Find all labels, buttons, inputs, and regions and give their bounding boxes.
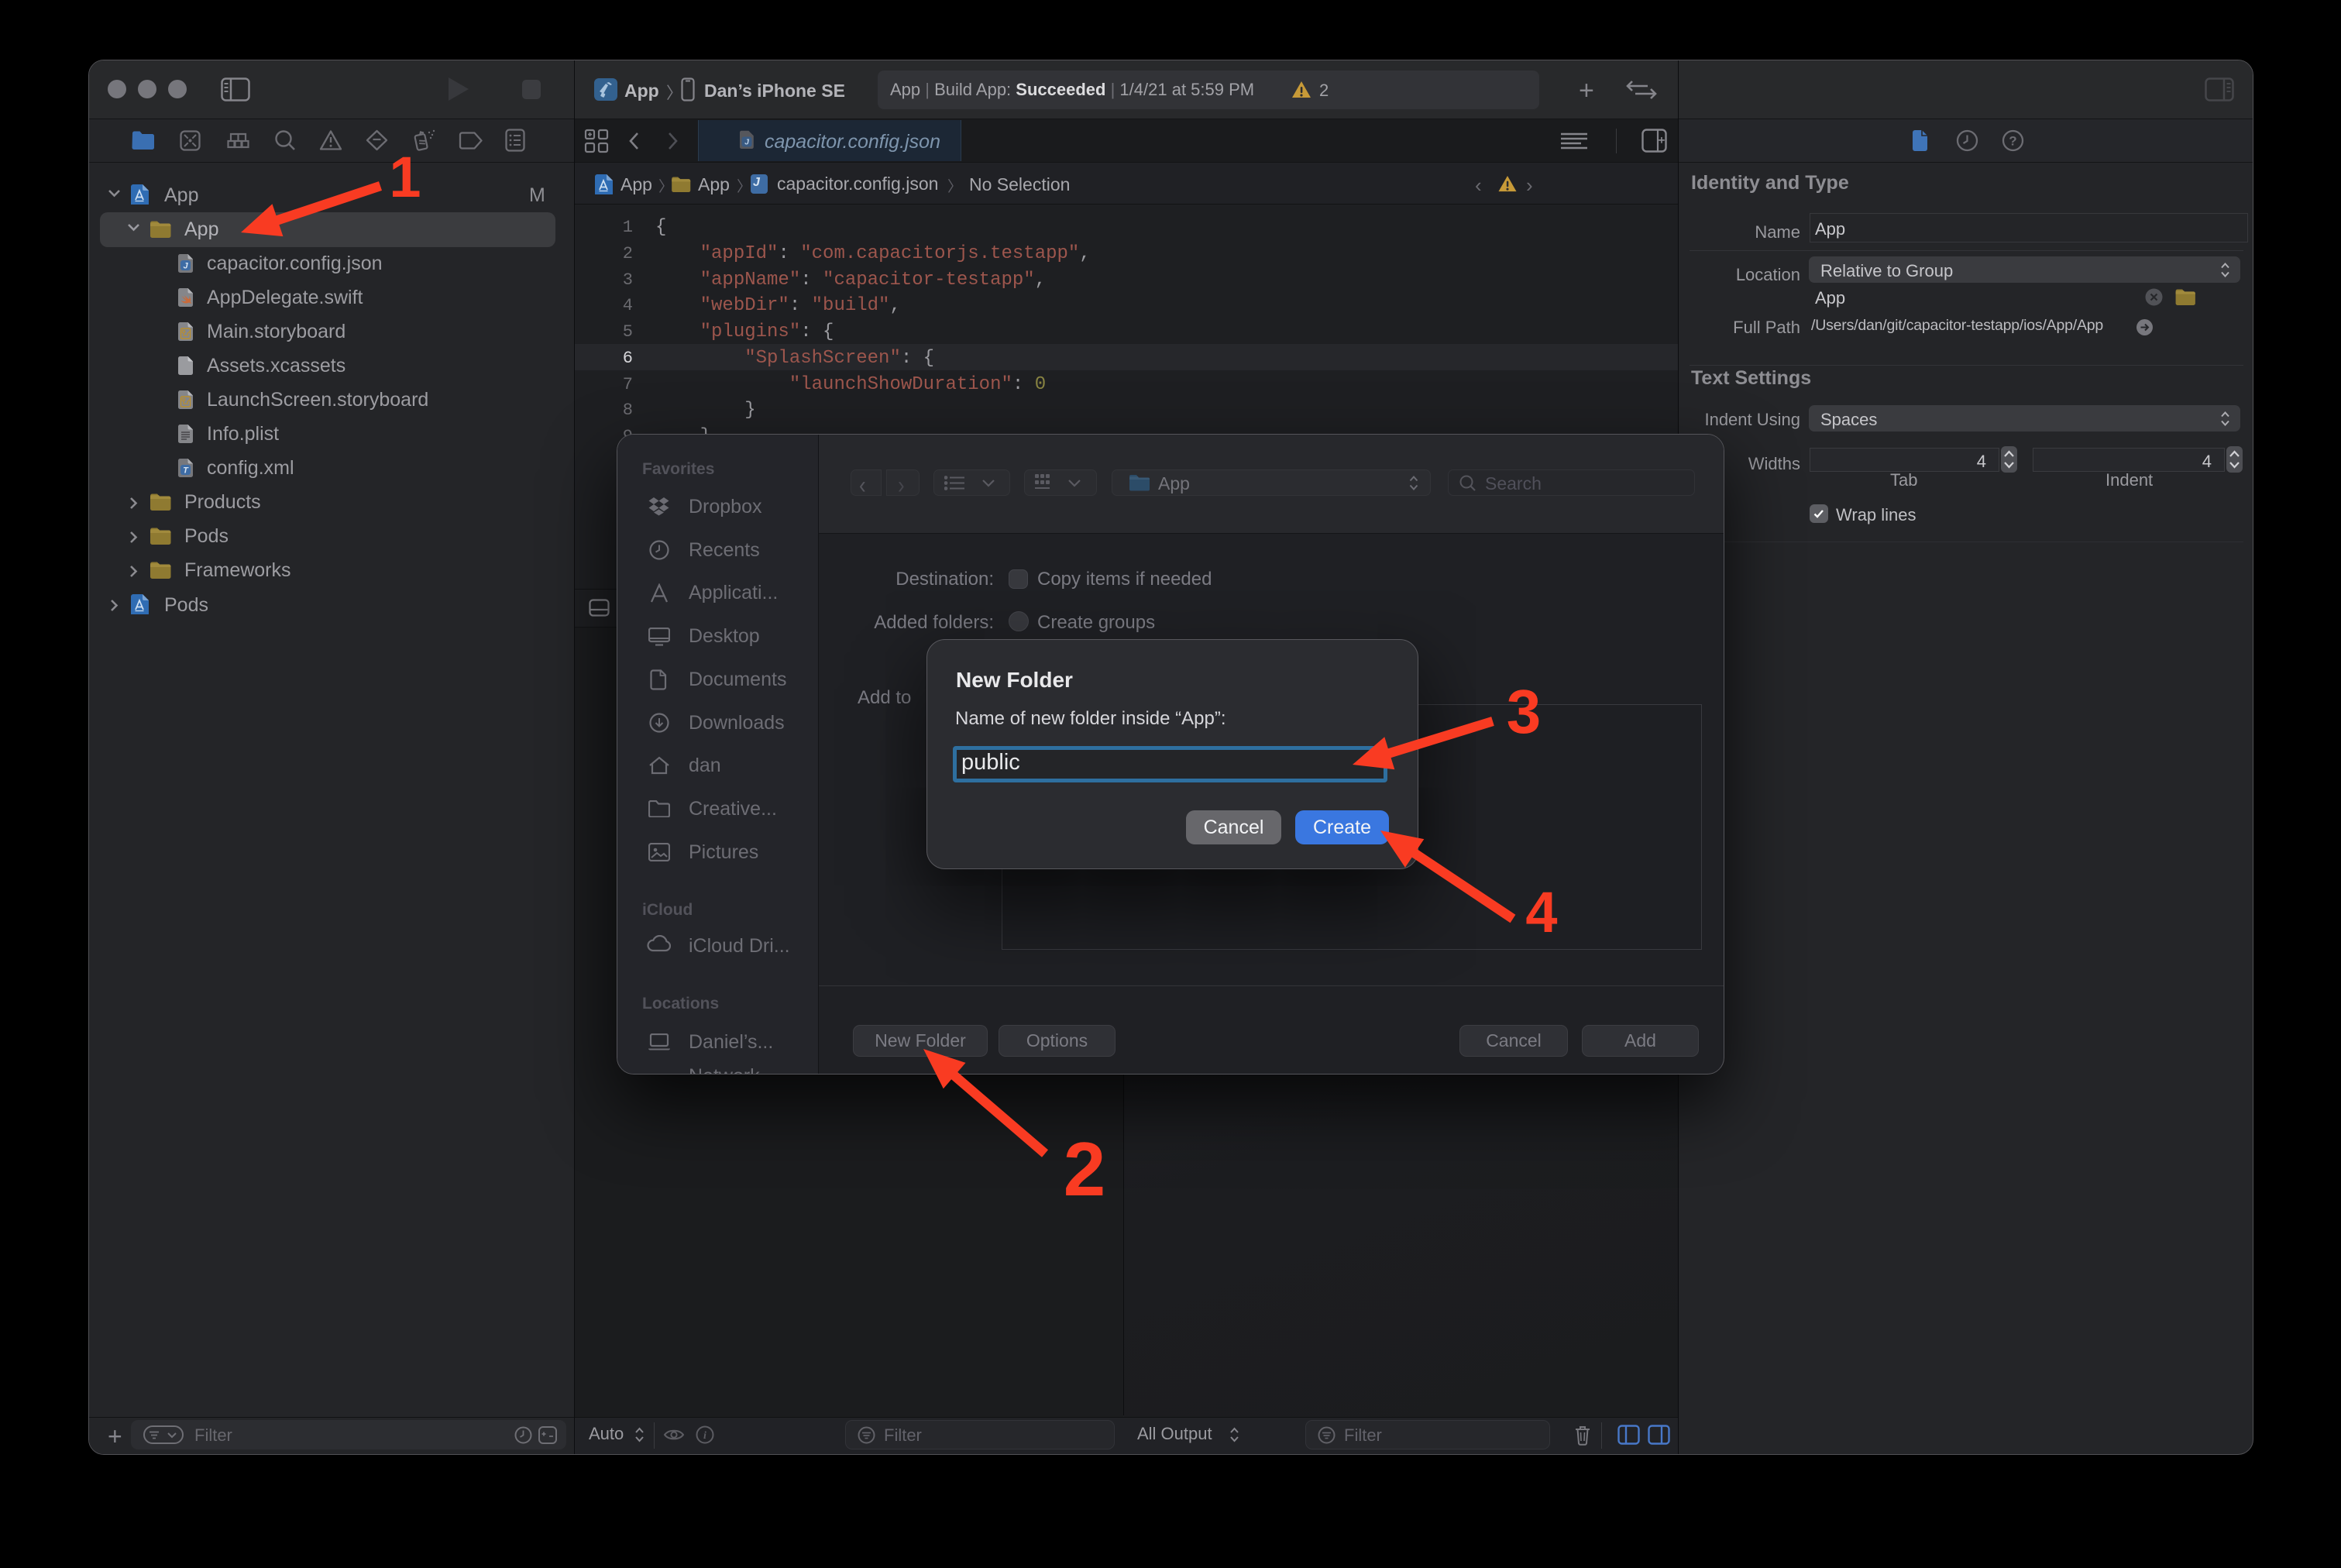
svg-text:?: ? bbox=[2009, 134, 2016, 149]
svg-text:J: J bbox=[183, 262, 188, 271]
svg-text:i: i bbox=[703, 1430, 706, 1442]
